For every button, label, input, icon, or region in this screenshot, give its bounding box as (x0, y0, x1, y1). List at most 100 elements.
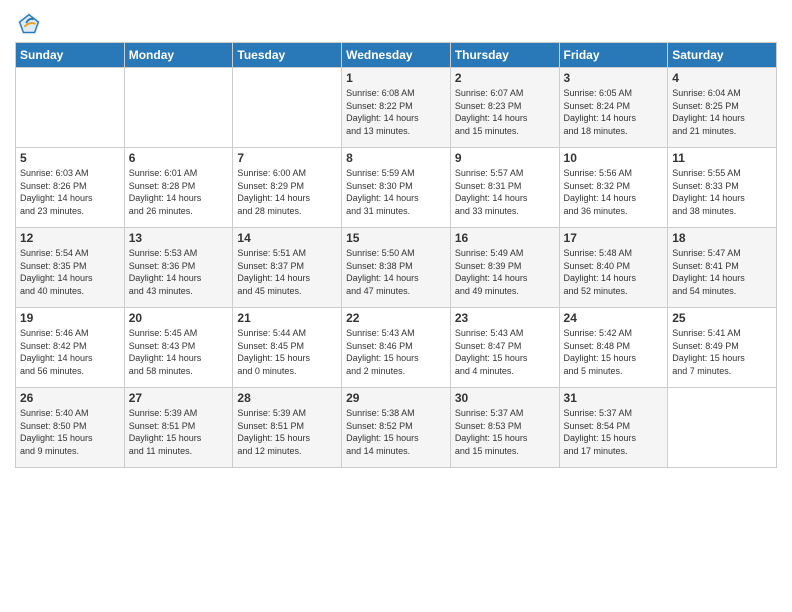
day-number: 13 (129, 231, 229, 245)
day-number: 28 (237, 391, 337, 405)
calendar-cell: 6 Sunrise: 6:01 AM Sunset: 8:28 PM Daylig… (124, 148, 233, 228)
cell-content: Sunrise: 5:45 AM Sunset: 8:43 PM Dayligh… (129, 327, 229, 377)
cell-content: Sunrise: 6:08 AM Sunset: 8:22 PM Dayligh… (346, 87, 446, 137)
day-number: 12 (20, 231, 120, 245)
day-number: 8 (346, 151, 446, 165)
day-header-friday: Friday (559, 43, 668, 68)
calendar-cell: 17 Sunrise: 5:48 AM Sunset: 8:40 PM Dayli… (559, 228, 668, 308)
cell-content: Sunrise: 5:57 AM Sunset: 8:31 PM Dayligh… (455, 167, 555, 217)
calendar-week-row: 19 Sunrise: 5:46 AM Sunset: 8:42 PM Dayli… (16, 308, 777, 388)
day-header-sunday: Sunday (16, 43, 125, 68)
day-number: 2 (455, 71, 555, 85)
calendar-cell: 27 Sunrise: 5:39 AM Sunset: 8:51 PM Dayli… (124, 388, 233, 468)
day-number: 5 (20, 151, 120, 165)
calendar-cell: 15 Sunrise: 5:50 AM Sunset: 8:38 PM Dayli… (342, 228, 451, 308)
calendar-cell: 18 Sunrise: 5:47 AM Sunset: 8:41 PM Dayli… (668, 228, 777, 308)
calendar-week-row: 12Sunrise: 5:54 AM Sunset: 8:35 PM Dayli… (16, 228, 777, 308)
calendar-cell: 11Sunrise: 5:55 AM Sunset: 8:33 PM Dayli… (668, 148, 777, 228)
cell-content: Sunrise: 5:39 AM Sunset: 8:51 PM Dayligh… (237, 407, 337, 457)
calendar-cell: 31Sunrise: 5:37 AM Sunset: 8:54 PM Dayli… (559, 388, 668, 468)
cell-content: Sunrise: 5:50 AM Sunset: 8:38 PM Dayligh… (346, 247, 446, 297)
day-header-saturday: Saturday (668, 43, 777, 68)
calendar-cell: 7 Sunrise: 6:00 AM Sunset: 8:29 PM Daylig… (233, 148, 342, 228)
day-number: 19 (20, 311, 120, 325)
calendar-cell: 24 Sunrise: 5:42 AM Sunset: 8:48 PM Dayli… (559, 308, 668, 388)
cell-content: Sunrise: 5:37 AM Sunset: 8:53 PM Dayligh… (455, 407, 555, 457)
cell-content: Sunrise: 5:51 AM Sunset: 8:37 PM Dayligh… (237, 247, 337, 297)
day-number: 7 (237, 151, 337, 165)
day-number: 30 (455, 391, 555, 405)
day-number: 26 (20, 391, 120, 405)
cell-content: Sunrise: 5:41 AM Sunset: 8:49 PM Dayligh… (672, 327, 772, 377)
day-number: 3 (564, 71, 664, 85)
cell-content: Sunrise: 5:43 AM Sunset: 8:46 PM Dayligh… (346, 327, 446, 377)
day-number: 27 (129, 391, 229, 405)
calendar-cell: 22Sunrise: 5:43 AM Sunset: 8:46 PM Dayli… (342, 308, 451, 388)
calendar-cell (16, 68, 125, 148)
cell-content: Sunrise: 6:03 AM Sunset: 8:26 PM Dayligh… (20, 167, 120, 217)
day-number: 1 (346, 71, 446, 85)
day-number: 21 (237, 311, 337, 325)
calendar-cell: 5 Sunrise: 6:03 AM Sunset: 8:26 PM Daylig… (16, 148, 125, 228)
cell-content: Sunrise: 6:07 AM Sunset: 8:23 PM Dayligh… (455, 87, 555, 137)
calendar-cell: 25 Sunrise: 5:41 AM Sunset: 8:49 PM Dayli… (668, 308, 777, 388)
calendar-cell: 9 Sunrise: 5:57 AM Sunset: 8:31 PM Daylig… (450, 148, 559, 228)
cell-content: Sunrise: 5:47 AM Sunset: 8:41 PM Dayligh… (672, 247, 772, 297)
cell-content: Sunrise: 5:59 AM Sunset: 8:30 PM Dayligh… (346, 167, 446, 217)
calendar-cell: 14 Sunrise: 5:51 AM Sunset: 8:37 PM Dayli… (233, 228, 342, 308)
day-number: 24 (564, 311, 664, 325)
calendar-cell: 23 Sunrise: 5:43 AM Sunset: 8:47 PM Dayli… (450, 308, 559, 388)
calendar-cell (124, 68, 233, 148)
calendar-cell: 10Sunrise: 5:56 AM Sunset: 8:32 PM Dayli… (559, 148, 668, 228)
day-number: 11 (672, 151, 772, 165)
cell-content: Sunrise: 5:53 AM Sunset: 8:36 PM Dayligh… (129, 247, 229, 297)
cell-content: Sunrise: 5:43 AM Sunset: 8:47 PM Dayligh… (455, 327, 555, 377)
day-header-tuesday: Tuesday (233, 43, 342, 68)
cell-content: Sunrise: 6:01 AM Sunset: 8:28 PM Dayligh… (129, 167, 229, 217)
cell-content: Sunrise: 6:00 AM Sunset: 8:29 PM Dayligh… (237, 167, 337, 217)
cell-content: Sunrise: 5:56 AM Sunset: 8:32 PM Dayligh… (564, 167, 664, 217)
calendar-cell (233, 68, 342, 148)
calendar-cell: 26 Sunrise: 5:40 AM Sunset: 8:50 PM Dayli… (16, 388, 125, 468)
day-number: 20 (129, 311, 229, 325)
day-number: 4 (672, 71, 772, 85)
cell-content: Sunrise: 5:46 AM Sunset: 8:42 PM Dayligh… (20, 327, 120, 377)
day-number: 16 (455, 231, 555, 245)
cell-content: Sunrise: 6:05 AM Sunset: 8:24 PM Dayligh… (564, 87, 664, 137)
calendar-cell: 12Sunrise: 5:54 AM Sunset: 8:35 PM Dayli… (16, 228, 125, 308)
day-number: 15 (346, 231, 446, 245)
cell-content: Sunrise: 5:49 AM Sunset: 8:39 PM Dayligh… (455, 247, 555, 297)
cell-content: Sunrise: 5:48 AM Sunset: 8:40 PM Dayligh… (564, 247, 664, 297)
day-number: 9 (455, 151, 555, 165)
cell-content: Sunrise: 5:44 AM Sunset: 8:45 PM Dayligh… (237, 327, 337, 377)
logo-icon (15, 10, 43, 38)
day-number: 17 (564, 231, 664, 245)
day-number: 6 (129, 151, 229, 165)
calendar-week-row: 26 Sunrise: 5:40 AM Sunset: 8:50 PM Dayli… (16, 388, 777, 468)
day-header-monday: Monday (124, 43, 233, 68)
cell-content: Sunrise: 5:40 AM Sunset: 8:50 PM Dayligh… (20, 407, 120, 457)
calendar-cell: 20 Sunrise: 5:45 AM Sunset: 8:43 PM Dayli… (124, 308, 233, 388)
day-number: 23 (455, 311, 555, 325)
cell-content: Sunrise: 5:38 AM Sunset: 8:52 PM Dayligh… (346, 407, 446, 457)
calendar-cell: 21 Sunrise: 5:44 AM Sunset: 8:45 PM Dayli… (233, 308, 342, 388)
calendar-cell: 29 Sunrise: 5:38 AM Sunset: 8:52 PM Dayli… (342, 388, 451, 468)
calendar-cell: 1 Sunrise: 6:08 AM Sunset: 8:22 PM Daylig… (342, 68, 451, 148)
day-header-thursday: Thursday (450, 43, 559, 68)
day-number: 18 (672, 231, 772, 245)
cell-content: Sunrise: 5:42 AM Sunset: 8:48 PM Dayligh… (564, 327, 664, 377)
calendar-cell: 30 Sunrise: 5:37 AM Sunset: 8:53 PM Dayli… (450, 388, 559, 468)
calendar-cell: 19 Sunrise: 5:46 AM Sunset: 8:42 PM Dayli… (16, 308, 125, 388)
calendar-cell: 16 Sunrise: 5:49 AM Sunset: 8:39 PM Dayli… (450, 228, 559, 308)
day-number: 31 (564, 391, 664, 405)
calendar-cell: 4 Sunrise: 6:04 AM Sunset: 8:25 PM Daylig… (668, 68, 777, 148)
calendar-week-row: 5 Sunrise: 6:03 AM Sunset: 8:26 PM Daylig… (16, 148, 777, 228)
calendar-cell: 3 Sunrise: 6:05 AM Sunset: 8:24 PM Daylig… (559, 68, 668, 148)
calendar-cell: 28 Sunrise: 5:39 AM Sunset: 8:51 PM Dayli… (233, 388, 342, 468)
day-number: 14 (237, 231, 337, 245)
day-number: 25 (672, 311, 772, 325)
calendar-table: SundayMondayTuesdayWednesdayThursdayFrid… (15, 42, 777, 468)
cell-content: Sunrise: 5:39 AM Sunset: 8:51 PM Dayligh… (129, 407, 229, 457)
day-number: 29 (346, 391, 446, 405)
cell-content: Sunrise: 6:04 AM Sunset: 8:25 PM Dayligh… (672, 87, 772, 137)
